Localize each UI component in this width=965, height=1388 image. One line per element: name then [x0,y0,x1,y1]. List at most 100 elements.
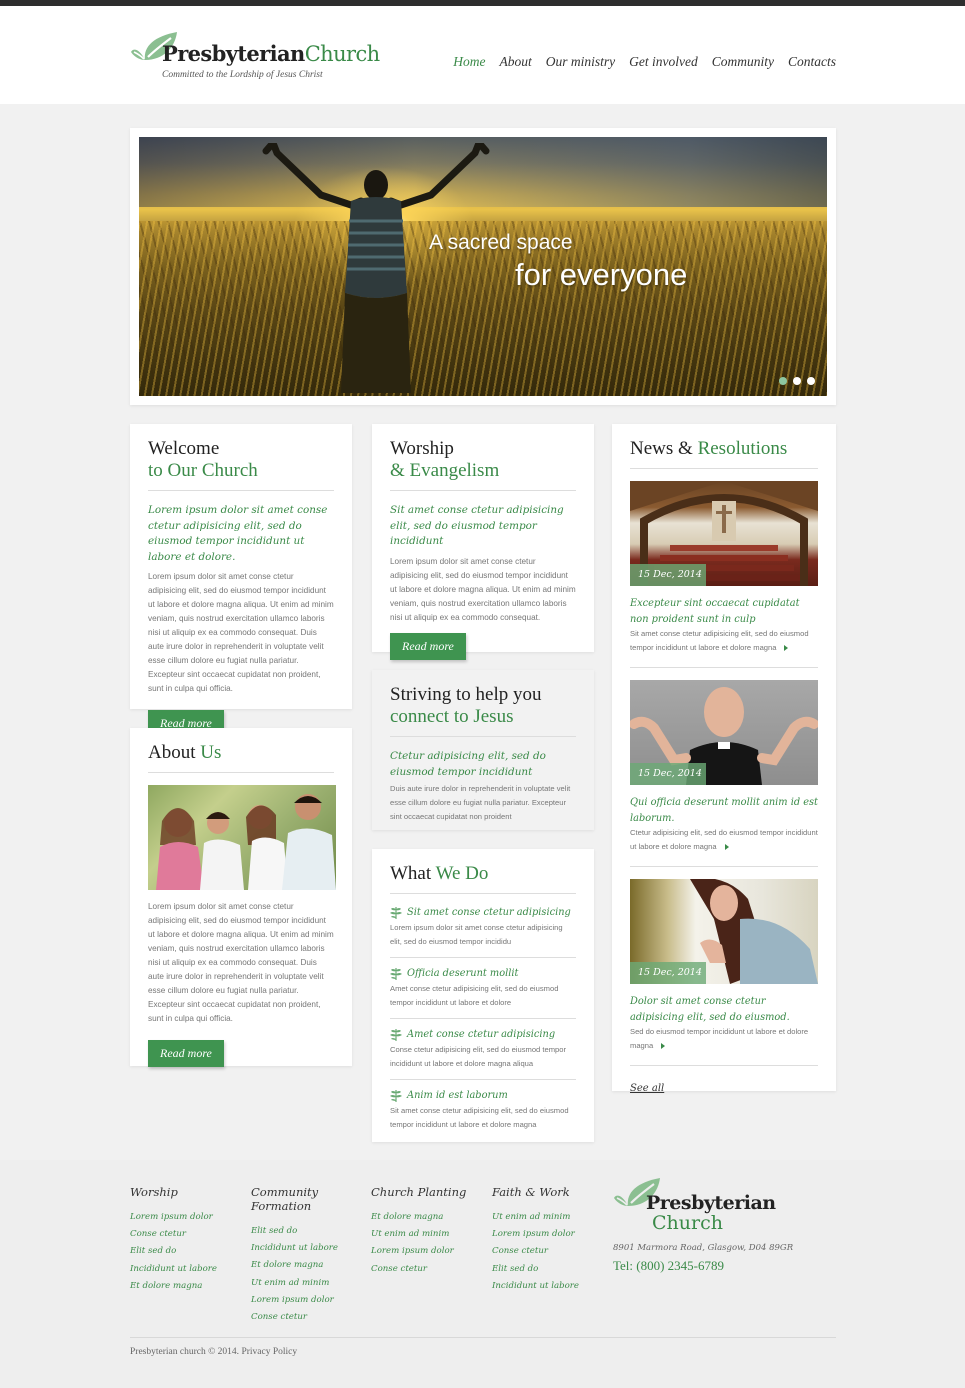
privacy-policy-link[interactable]: Privacy Policy [241,1347,297,1357]
what-we-do-item-title[interactable]: Sit amet conse ctetur adipisicing [390,906,576,919]
footer-logo-name-main: Presbyterian [646,1192,776,1214]
about-read-more-button[interactable]: Read more [148,1040,224,1067]
footer-link[interactable]: Lorem ipsum dolor [251,1292,341,1309]
footer-link[interactable]: Lorem ipsum dolor [130,1209,217,1226]
sprig-icon [390,1029,402,1041]
footer-link[interactable]: Conse ctetur [130,1226,217,1243]
footer-link[interactable]: Conse ctetur [492,1243,579,1260]
nav-home[interactable]: Home [453,54,485,70]
worship-body: Lorem ipsum dolor sit amet conse ctetur … [390,556,576,622]
nav-community[interactable]: Community [712,54,774,70]
arrow-right-icon[interactable] [724,844,729,850]
news-date: 15 Dec, 2014 [630,962,706,984]
footer-copyright: Presbyterian church © 2014. Privacy Poli… [130,1347,297,1357]
slider-pagination [779,377,815,385]
footer-link[interactable]: Elit sed do [492,1261,579,1278]
news-item-body: Ctetur adipisicing elit, sed do eiusmod … [630,826,818,854]
footer-link[interactable]: Lorem ipsum dolor [371,1243,466,1260]
news-item: 15 Dec, 2014 Dolor sit amet conse ctetur… [630,879,818,1066]
about-title: About Us [148,742,334,773]
news-item: 15 Dec, 2014 Qui officia deserunt mollit… [630,680,818,867]
hero-caption-line2: for everyone [515,257,688,292]
what-we-do-item-title[interactable]: Officia deserunt mollit [390,967,576,980]
welcome-lead: Lorem ipsum dolor sit amet conse ctetur … [148,504,328,563]
main-nav: Home About Our ministry Get involved Com… [453,54,836,70]
welcome-title: Welcome to Our Church [148,438,334,491]
about-title-dark: About [148,742,196,763]
worship-title: Worship & Evangelism [390,438,576,491]
logo-tagline: Committed to the Lordship of Jesus Chris… [162,70,323,80]
footer-link[interactable]: Elit sed do [251,1223,341,1240]
news-item-title[interactable]: Qui officia deserunt mollit anim id est … [630,795,818,826]
what-we-do-title: What We Do [390,863,576,894]
footer-column-title: Worship [130,1185,178,1199]
sprig-icon [390,968,402,980]
striving-lead: Ctetur adipisicing elit, sed do eiusmod … [390,750,546,778]
footer-column-title: Church Planting [371,1185,467,1199]
footer-link[interactable]: Conse ctetur [371,1261,466,1278]
site-header: PresbyterianChurch Committed to the Lord… [0,6,965,104]
news-item-body: Sit amet conse ctetur adipisicing elit, … [630,627,818,655]
footer-link[interactable]: Ut enim ad minim [251,1275,341,1292]
what-we-do-item: Anim id est laborum Sit amet conse ctetu… [390,1089,576,1140]
news-title-green: Resolutions [697,438,788,459]
priest-photo[interactable]: 15 Dec, 2014 [630,680,818,785]
footer-column-title: Faith & Work [492,1185,570,1199]
footer-logo[interactable]: Presbyterian Church [614,1174,814,1236]
copyright-text: Presbyterian church © 2014. [130,1347,240,1357]
footer-column-faith-work: Faith & Work Ut enim ad minim Lorem ipsu… [492,1185,579,1295]
news-item-title[interactable]: Excepteur sint occaecat cupidatat non pr… [630,596,818,627]
footer-link[interactable]: Ut enim ad minim [492,1209,579,1226]
footer-link[interactable]: Et dolore magna [130,1278,217,1295]
footer-link[interactable]: Incididunt ut labore [130,1261,217,1278]
see-all-news-link[interactable]: See all [630,1083,664,1094]
nav-about[interactable]: About [499,54,531,70]
striving-title-dark: Striving to help you [390,684,542,705]
news-title-dark: News & [630,438,693,459]
striving-title-green: connect to Jesus [390,706,514,727]
slider-dot-3[interactable] [807,377,815,385]
footer-link[interactable]: Conse ctetur [251,1309,341,1326]
nav-get-involved[interactable]: Get involved [629,54,698,70]
nav-our-ministry[interactable]: Our ministry [546,54,615,70]
what-we-do-item-body: Conse ctetur adipisicing elit, sed do ei… [390,1045,567,1068]
footer-link[interactable]: Elit sed do [130,1243,217,1260]
worship-read-more-button[interactable]: Read more [390,632,466,660]
footer-link[interactable]: Et dolore magna [251,1257,341,1274]
welcome-title-dark: Welcome [148,438,220,459]
footer-link[interactable]: Ut enim ad minim [371,1226,466,1243]
worship-title-dark: Worship [390,438,454,459]
footer-link[interactable]: Incididunt ut labore [492,1278,579,1295]
what-we-do-card: What We Do Sit amet conse ctetur adipisi… [372,849,594,1142]
worship-title-green: & Evangelism [390,460,500,481]
footer-column-church-planting: Church Planting Et dolore magna Ut enim … [371,1185,466,1278]
what-we-do-item-title[interactable]: Amet conse ctetur adipisicing [390,1028,576,1041]
site-logo[interactable]: PresbyterianChurch Committed to the Lord… [131,24,391,84]
nav-contacts[interactable]: Contacts [788,54,836,70]
news-item-title[interactable]: Dolor sit amet conse ctetur adipisicing … [630,994,818,1025]
striving-title: Striving to help you connect to Jesus [390,684,576,737]
slider-dot-2[interactable] [793,377,801,385]
welcome-card: Welcome to Our Church Lorem ipsum dolor s… [130,424,352,737]
footer-link[interactable]: Lorem ipsum dolor [492,1226,579,1243]
news-card: News & Resolutions 15 Dec, 2014 Excepteu… [612,424,836,1094]
logo-name-accent: Church [304,42,380,66]
praying-woman-photo[interactable]: 15 Dec, 2014 [630,879,818,984]
arrow-right-icon[interactable] [661,1043,666,1049]
what-we-do-item-body: Amet conse ctetur adipisicing elit, sed … [390,984,559,1007]
what-we-do-title-dark: What [390,863,432,884]
what-we-do-item-body: Sit amet conse ctetur adipisicing elit, … [390,1106,569,1129]
footer-column-community-formation: Community Formation Elit sed do Incididu… [251,1185,341,1326]
news-item-body: Sed do eiusmod tempor incididunt ut labo… [630,1025,818,1053]
slider-dot-1[interactable] [779,377,787,385]
church-interior-photo[interactable]: 15 Dec, 2014 [630,481,818,586]
what-we-do-item-title[interactable]: Anim id est laborum [390,1089,576,1102]
footer-link[interactable]: Incididunt ut labore [251,1240,341,1257]
welcome-title-green: to Our Church [148,460,258,481]
family-illustration [156,794,336,890]
footer-divider [130,1337,836,1338]
person-raised-arms-figure [262,143,490,393]
footer-link[interactable]: Et dolore magna [371,1209,466,1226]
what-we-do-item-title-text: Anim id est laborum [407,1090,508,1101]
arrow-right-icon[interactable] [784,645,789,651]
